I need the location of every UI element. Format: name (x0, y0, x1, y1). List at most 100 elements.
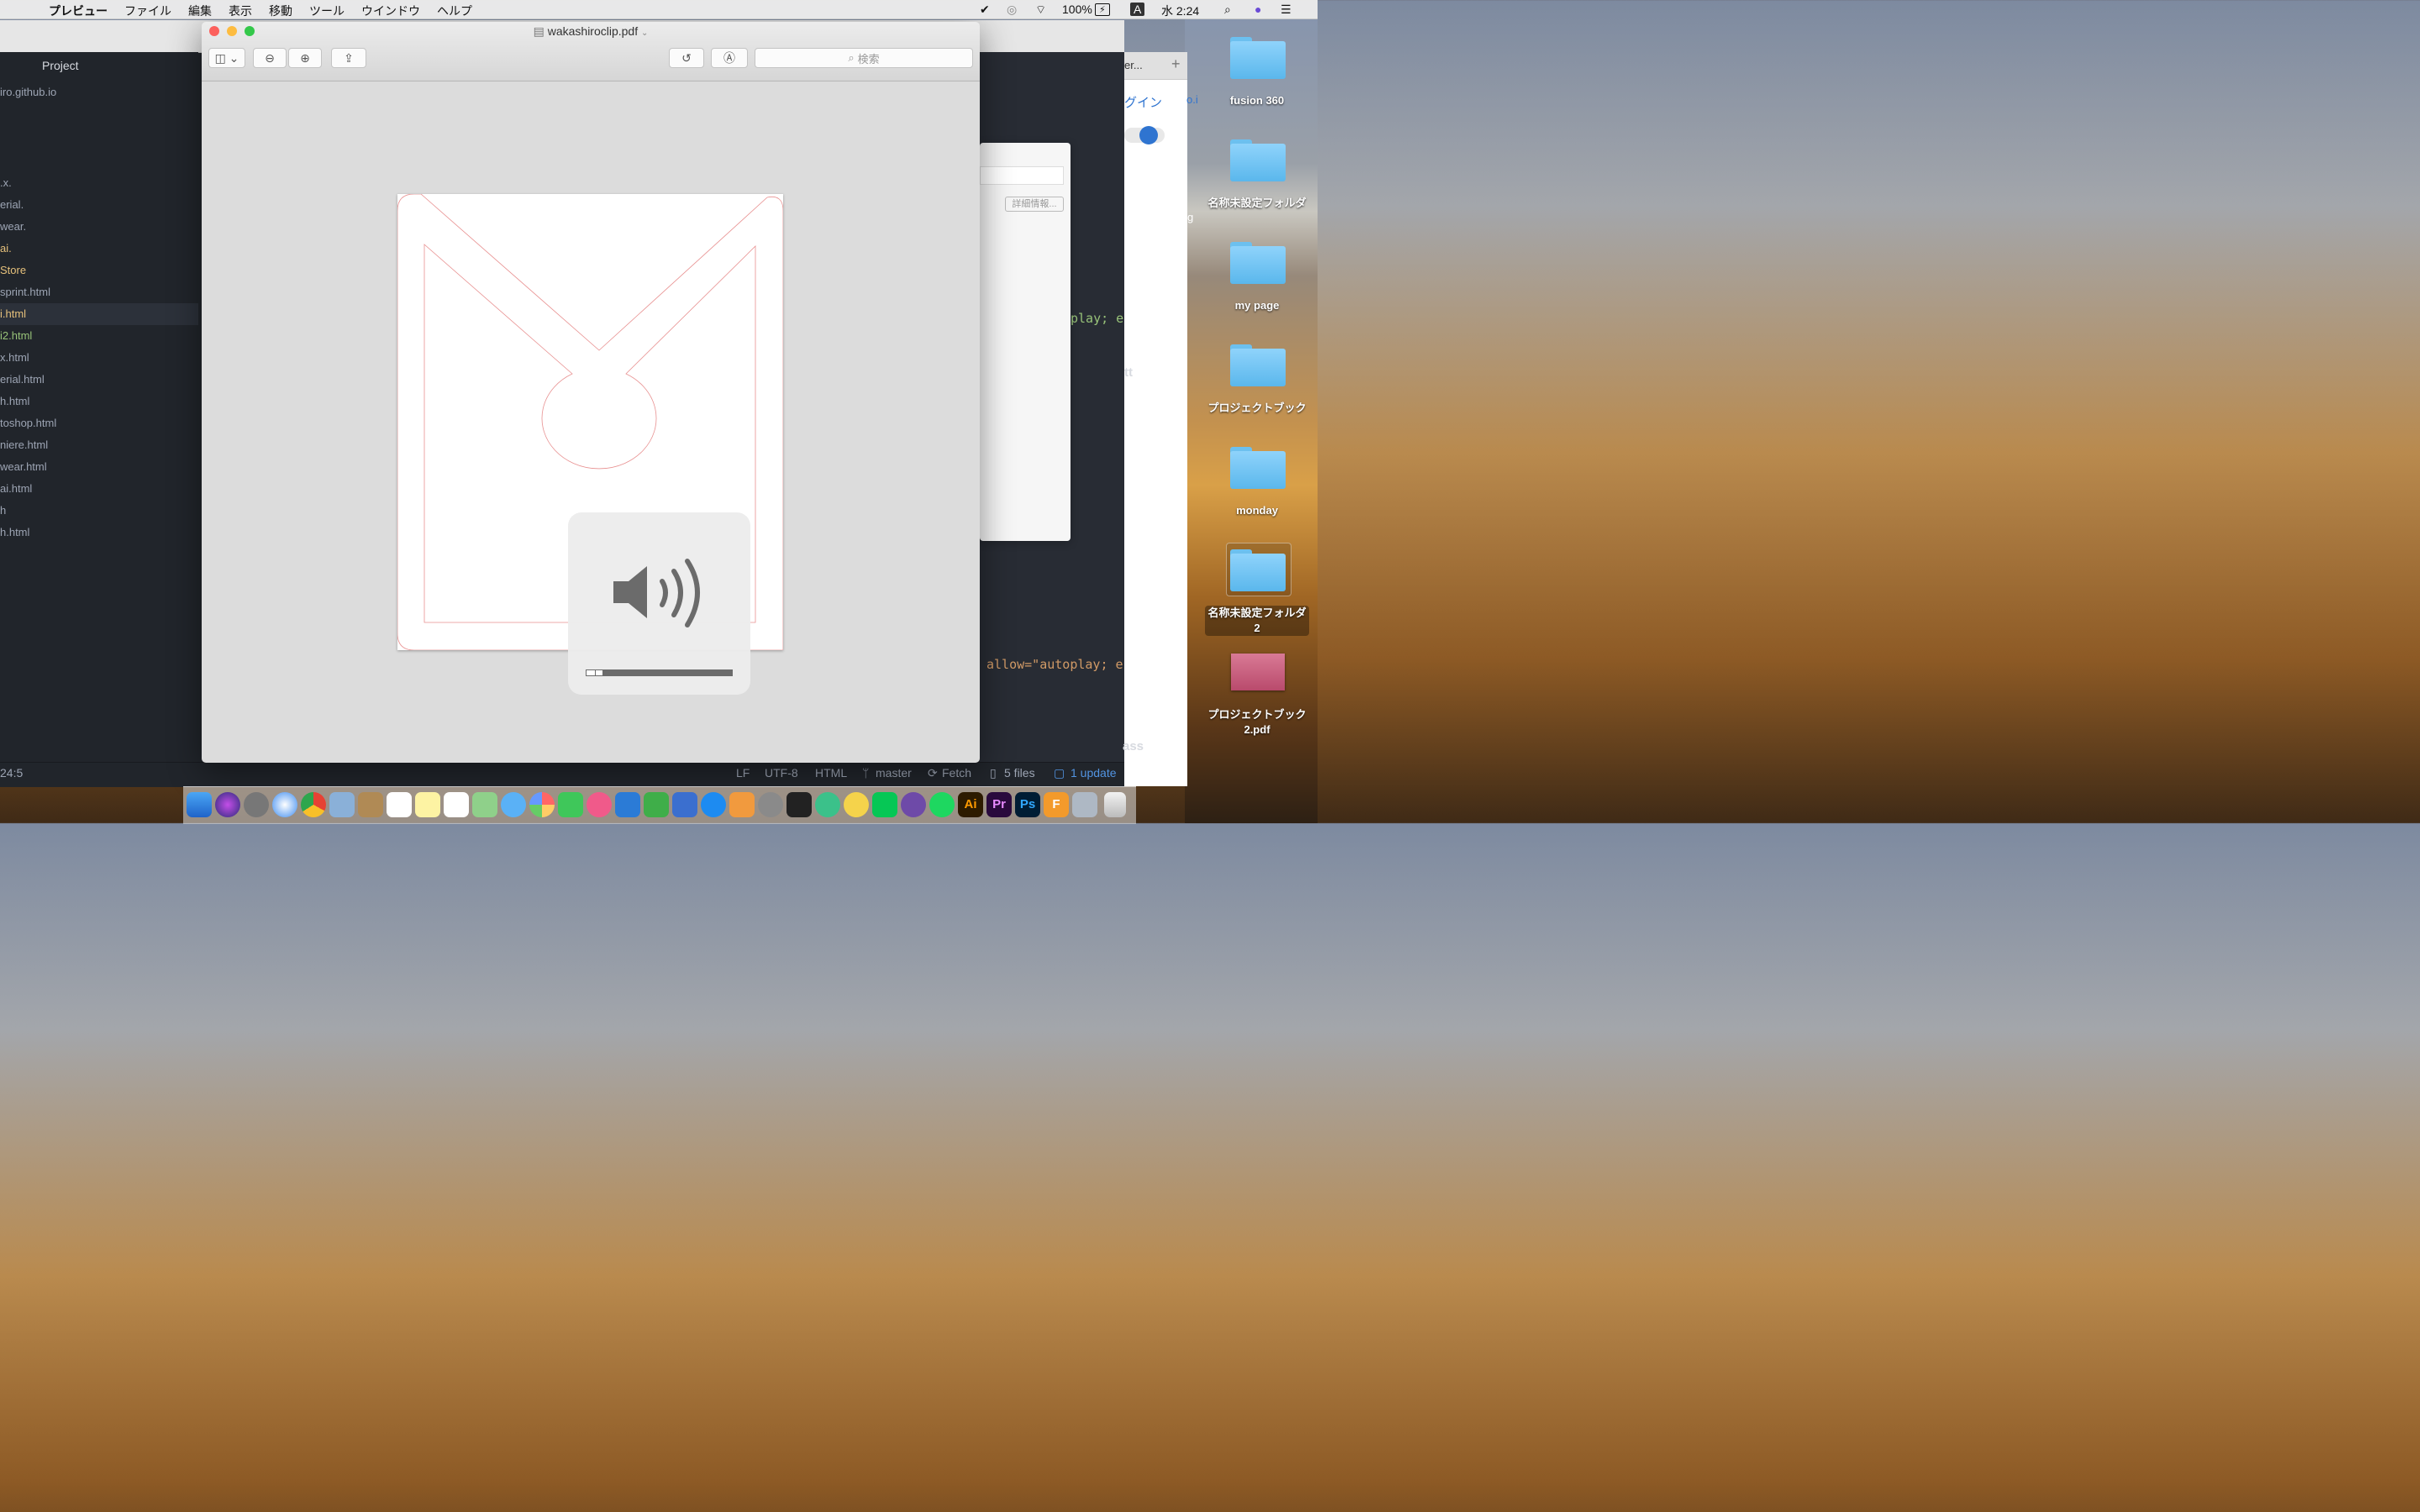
folder-icon[interactable] (1230, 344, 1286, 386)
tree-item[interactable]: niere.html (0, 434, 198, 456)
tree-item[interactable]: ai. (0, 238, 198, 260)
tree-item[interactable]: h.html (0, 522, 198, 543)
siri-icon[interactable]: ● (1255, 3, 1261, 16)
login-link[interactable]: グイン (1124, 93, 1162, 111)
menu-tools[interactable]: ツール (309, 3, 345, 19)
desktop-item-label[interactable]: 名称未設定フォルダ 2 (1205, 606, 1309, 636)
search-field[interactable]: ⌕ 検索 (755, 48, 973, 68)
tree-item[interactable]: erial. (0, 194, 198, 216)
folder-icon[interactable] (1230, 37, 1286, 79)
contacts-icon[interactable] (358, 792, 383, 817)
desktop-item-label[interactable]: 名称未設定フォルダ (1194, 196, 1320, 211)
clock[interactable]: 水 2:24 (1161, 3, 1199, 19)
toggle-knob[interactable] (1139, 126, 1158, 144)
tree-item[interactable]: erial.html (0, 369, 198, 391)
facetime-icon[interactable] (558, 792, 583, 817)
safari-icon[interactable] (272, 792, 297, 817)
app-menu[interactable]: プレビュー (49, 3, 108, 19)
zoom-out-button[interactable]: ⊖ (253, 48, 287, 68)
tree-item[interactable]: wear. (0, 216, 198, 238)
line-ending[interactable]: LF (736, 766, 750, 780)
desktop-item-label[interactable]: fusion 360 (1194, 93, 1320, 108)
battery-icon[interactable]: ⚡ (1095, 3, 1110, 16)
tree-item[interactable]: ai.html (0, 478, 198, 500)
rotate-button[interactable]: ↺ (669, 48, 704, 68)
tree-item[interactable]: i2.html (0, 325, 198, 347)
finder-icon[interactable] (187, 792, 212, 817)
menu-window[interactable]: ウインドウ (361, 3, 420, 19)
tree-item[interactable]: sprint.html (0, 281, 198, 303)
grammar[interactable]: HTML (815, 766, 847, 780)
desktop-item-label[interactable]: monday (1194, 503, 1320, 518)
preview-icon[interactable] (1072, 792, 1097, 817)
zoom-in-button[interactable]: ⊕ (288, 48, 322, 68)
wifi-icon[interactable]: ⌔ (1035, 3, 1046, 18)
folder-icon[interactable] (1230, 139, 1286, 181)
menu-help[interactable]: ヘルプ (437, 3, 472, 19)
folder-icon[interactable] (1230, 242, 1286, 284)
reminders-icon[interactable] (444, 792, 469, 817)
premiere-icon[interactable]: Pr (986, 792, 1012, 817)
system-preferences-icon[interactable] (758, 792, 783, 817)
title-chevron-icon[interactable]: ⌄ (641, 29, 648, 38)
tree-item[interactable]: toshop.html (0, 412, 198, 434)
siri-icon[interactable] (215, 792, 240, 817)
messages-icon[interactable] (501, 792, 526, 817)
tree-item[interactable]: h.html (0, 391, 198, 412)
tree-item[interactable]: h (0, 500, 198, 522)
tree-root[interactable]: iro.github.io (0, 81, 198, 103)
tree-item[interactable]: Store (0, 260, 198, 281)
illustrator-icon[interactable]: Ai (958, 792, 983, 817)
menu-edit[interactable]: 編集 (188, 3, 212, 19)
maps-icon[interactable] (472, 792, 497, 817)
folder-icon[interactable] (1230, 447, 1286, 489)
tree-item[interactable]: x.html (0, 347, 198, 369)
battery-percent[interactable]: 100% (1062, 3, 1092, 16)
sidebar-toggle-button[interactable]: ◫ ⌄ (208, 48, 245, 68)
fetch-button[interactable]: Fetch (942, 766, 971, 780)
desktop-item-label[interactable]: プロジェクトブック 2.pdf (1194, 707, 1320, 738)
pdf-thumbnail-icon[interactable] (1231, 654, 1285, 690)
sublime-icon[interactable] (786, 792, 812, 817)
notes-icon[interactable] (415, 792, 440, 817)
desktop-item-label[interactable]: my page (1194, 298, 1320, 313)
desktop-item-label[interactable]: プロジェクトブック (1194, 401, 1320, 416)
menu-file[interactable]: ファイル (124, 3, 171, 19)
tree-item-selected[interactable]: i.html (0, 303, 198, 325)
folder-icon[interactable] (1230, 549, 1286, 591)
ibooks-icon[interactable] (729, 792, 755, 817)
photoshop-icon[interactable]: Ps (1015, 792, 1040, 817)
git-branch[interactable]: master (876, 766, 912, 780)
spotify-icon[interactable] (929, 792, 955, 817)
browser-tab-label[interactable]: er... (1124, 59, 1143, 71)
launchpad-icon[interactable] (244, 792, 269, 817)
files-count[interactable]: 5 files (1004, 766, 1035, 780)
markup-button[interactable]: Ⓐ (711, 48, 748, 68)
share-button[interactable]: ⇪ (331, 48, 366, 68)
app-store-icon[interactable] (701, 792, 726, 817)
pages-icon[interactable] (615, 792, 640, 817)
chrome-icon[interactable] (301, 792, 326, 817)
tree-item[interactable]: wear.html (0, 456, 198, 478)
photos-icon[interactable] (529, 792, 555, 817)
calendar-icon[interactable] (387, 792, 412, 817)
spotlight-icon[interactable]: ⌕ (1224, 3, 1231, 17)
menu-go[interactable]: 移動 (269, 3, 292, 19)
update-badge[interactable]: 1 update (1071, 766, 1117, 780)
mail-icon[interactable] (329, 792, 355, 817)
atom-icon[interactable] (815, 792, 840, 817)
numbers-icon[interactable] (644, 792, 669, 817)
trash-icon[interactable] (1104, 792, 1126, 817)
notification-center-icon[interactable]: ☰ (1281, 3, 1292, 17)
new-tab-icon[interactable]: + (1171, 55, 1181, 73)
creative-cloud-icon[interactable]: ◎ (1007, 3, 1017, 17)
dialog-field[interactable] (980, 166, 1064, 185)
details-button[interactable]: 詳細情報... (1005, 197, 1064, 212)
omnifocus-icon[interactable] (844, 792, 869, 817)
keynote-icon[interactable] (672, 792, 697, 817)
tree-item[interactable]: .x. (0, 172, 198, 194)
checkmark-icon[interactable]: ✔ (980, 3, 990, 17)
github-desktop-icon[interactable] (901, 792, 926, 817)
menu-view[interactable]: 表示 (229, 3, 252, 19)
encoding[interactable]: UTF-8 (765, 766, 798, 780)
